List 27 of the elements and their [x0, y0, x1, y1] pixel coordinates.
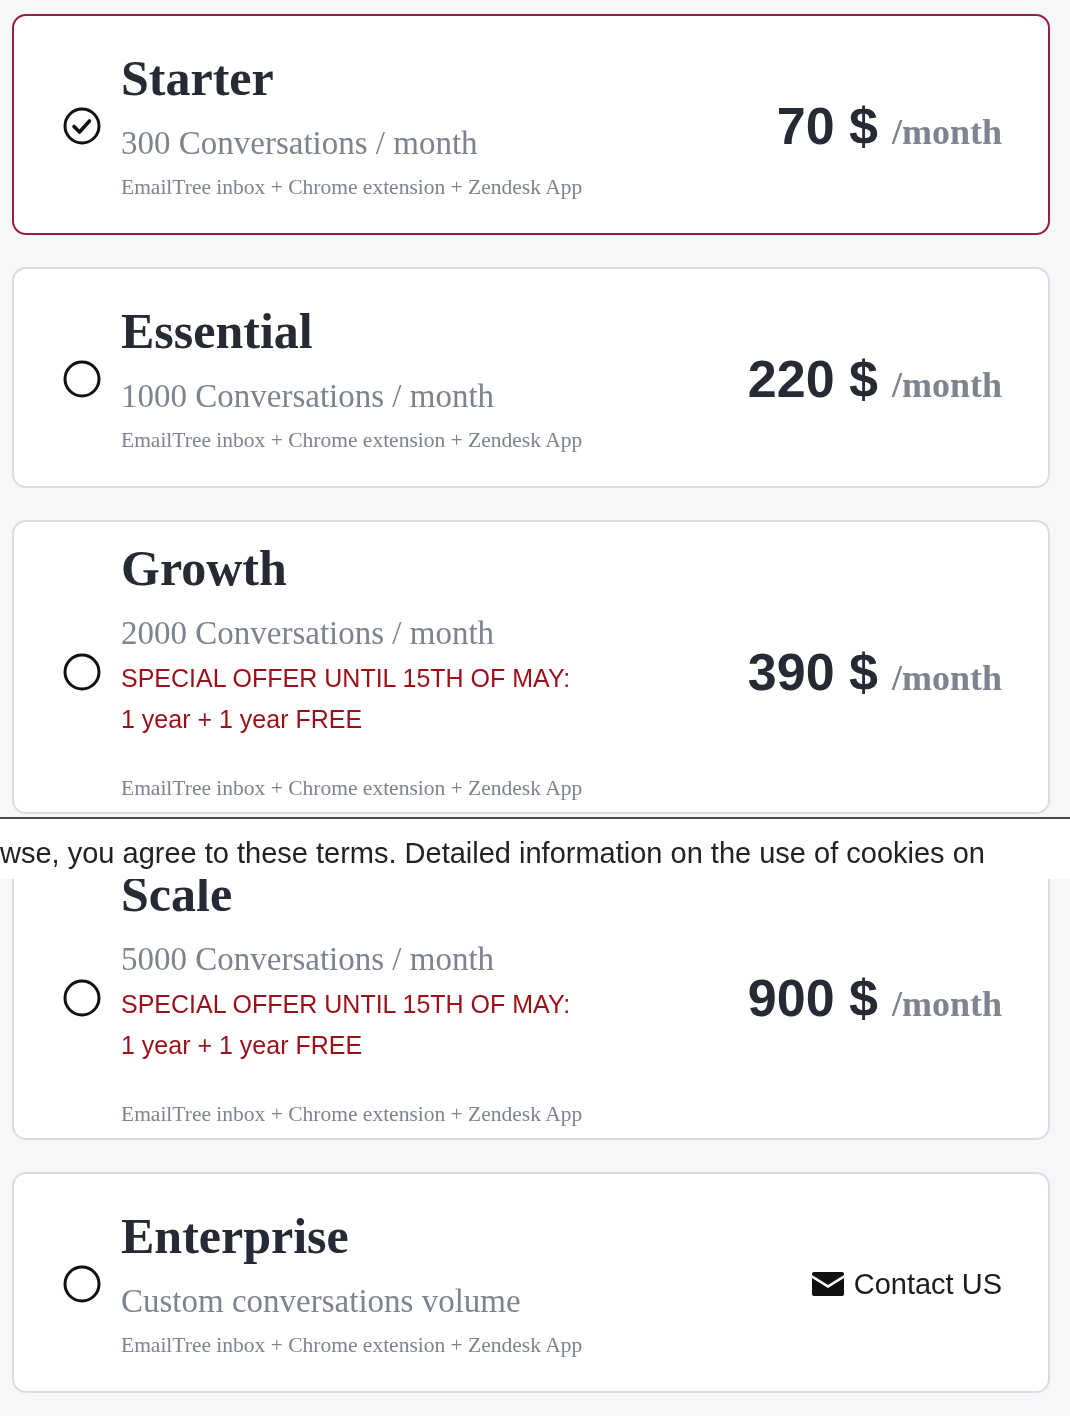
plan-price: 390 $ [747, 641, 878, 702]
plan-volume: 5000 Conversations / month [121, 940, 495, 979]
price-period: /month [891, 656, 1002, 699]
plan-price: 70 $ [776, 96, 878, 156]
plan-name: Starter [121, 49, 274, 107]
plan-features: EmailTree inbox + Chrome extension + Zendesk App [121, 1101, 583, 1128]
plan-price: 220 $ [747, 349, 878, 409]
plan-volume: 1000 Conversations / month [121, 377, 495, 416]
special-offer-text: 1 year + 1 year FREE [121, 1030, 363, 1061]
plan-features: EmailTree inbox + Chrome extension + Zendesk App [121, 775, 583, 802]
plan-price: 900 $ [747, 967, 878, 1028]
plan-name: Essential [121, 302, 313, 360]
special-offer-text: 1 year + 1 year FREE [121, 704, 363, 735]
plan-features: EmailTree inbox + Chrome extension + Zendesk App [121, 427, 583, 454]
price-period: /month [891, 111, 1002, 153]
plan-name: Growth [121, 539, 287, 597]
plan-volume: 2000 Conversations / month [121, 614, 495, 653]
special-offer-text: SPECIAL OFFER UNTIL 15TH OF MAY: [121, 663, 571, 694]
plan-volume: Custom conversations volume [121, 1282, 521, 1321]
plan-features: EmailTree inbox + Chrome extension + Zendesk App [121, 1332, 583, 1359]
plan-volume: 300 Conversations / month [121, 124, 478, 163]
price-period: /month [891, 364, 1002, 406]
special-offer-text: SPECIAL OFFER UNTIL 15TH OF MAY: [121, 989, 571, 1020]
price-period: /month [891, 982, 1002, 1025]
plan-name: Enterprise [121, 1207, 349, 1265]
plan-features: EmailTree inbox + Chrome extension + Zendesk App [121, 174, 583, 201]
cookie-toast: wse, you agree to these terms. Detailed information on the use of cookies on [0, 817, 1070, 879]
